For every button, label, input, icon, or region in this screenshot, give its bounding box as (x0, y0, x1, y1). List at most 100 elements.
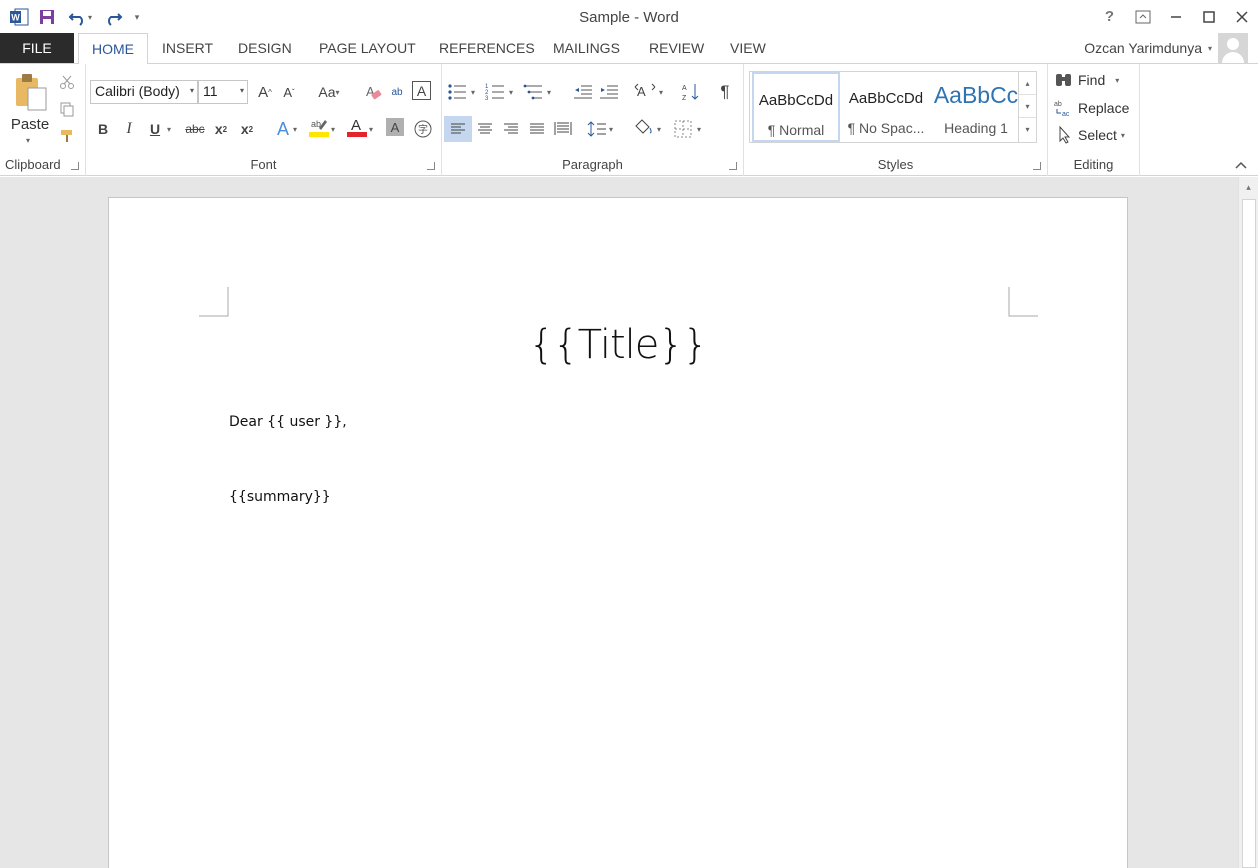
help-icon[interactable]: ? (1093, 0, 1126, 33)
chevron-down-icon[interactable]: ▾ (290, 118, 300, 140)
document-page[interactable]: {{Title}} Dear {{ user }}, {{summary}} (108, 197, 1128, 868)
chevron-down-icon[interactable]: ▾ (544, 81, 554, 103)
chevron-down-icon[interactable]: ▾ (26, 136, 30, 145)
bullets-icon[interactable] (446, 81, 468, 103)
align-left-icon[interactable] (444, 116, 472, 142)
tab-review[interactable]: REVIEW (641, 33, 712, 63)
tab-references[interactable]: REFERENCES (431, 33, 543, 63)
character-shading-icon[interactable]: A (386, 118, 404, 136)
clipboard-dialog-launcher-icon[interactable] (71, 162, 79, 170)
character-border-icon[interactable]: A (412, 81, 431, 100)
styles-dialog-launcher-icon[interactable] (1033, 162, 1041, 170)
chevron-down-icon[interactable]: ▾ (1115, 76, 1119, 85)
style-normal[interactable]: AaBbCcDd ¶ Normal (752, 72, 840, 142)
user-name[interactable]: Ozcan Yarimdunya (1084, 40, 1202, 56)
document-greeting[interactable]: Dear {{ user }}, (229, 414, 347, 430)
select-button[interactable]: Select ▾ (1054, 126, 1125, 144)
chevron-down-icon[interactable]: ▾ (656, 81, 666, 103)
chevron-down-icon[interactable]: ▾ (164, 118, 174, 140)
decrease-indent-icon[interactable] (572, 81, 594, 103)
scroll-up-icon[interactable]: ▴ (1019, 72, 1036, 95)
maximize-icon[interactable] (1192, 0, 1225, 33)
chevron-down-icon[interactable]: ▾ (1121, 131, 1125, 140)
chevron-down-icon[interactable]: ▾ (366, 118, 376, 140)
vertical-scrollbar[interactable]: ▴ (1238, 177, 1258, 868)
scroll-up-icon[interactable]: ▴ (1239, 177, 1258, 197)
font-name-value: Calibri (Body) (95, 83, 180, 99)
ribbon-display-options-icon[interactable] (1126, 0, 1159, 33)
subscript-button[interactable]: x2 (210, 118, 232, 140)
multilevel-list-icon[interactable] (522, 81, 544, 103)
copy-icon[interactable] (56, 98, 78, 120)
tab-insert[interactable]: INSERT (154, 33, 221, 63)
avatar[interactable] (1218, 33, 1248, 63)
chevron-down-icon[interactable]: ▾ (694, 118, 704, 140)
enclose-characters-icon[interactable]: 字 (412, 118, 434, 140)
italic-button[interactable]: I (118, 118, 140, 140)
chevron-down-icon[interactable]: ▾ (654, 118, 664, 140)
format-painter-icon[interactable] (56, 125, 78, 147)
tab-home[interactable]: HOME (78, 33, 148, 64)
change-case-button[interactable]: Aa ▾ (312, 81, 346, 103)
text-highlight-color-icon[interactable]: ab (308, 116, 330, 138)
chevron-down-icon[interactable]: ▾ (328, 118, 338, 140)
tab-mailings[interactable]: MAILINGS (545, 33, 628, 63)
tab-view[interactable]: VIEW (722, 33, 774, 63)
chevron-down-icon[interactable]: ▾ (606, 118, 616, 140)
minimize-icon[interactable] (1159, 0, 1192, 33)
clear-formatting-icon[interactable]: A (362, 81, 384, 103)
document-summary[interactable]: {{summary}} (229, 489, 331, 505)
collapse-ribbon-icon[interactable] (1234, 157, 1248, 171)
chevron-down-icon[interactable]: ▾ (468, 81, 478, 103)
underline-button[interactable]: U (144, 118, 166, 140)
grow-font-icon[interactable]: A ^ (254, 81, 276, 103)
text-direction-icon[interactable]: A (634, 81, 656, 103)
borders-icon[interactable] (672, 118, 694, 140)
cut-icon[interactable] (56, 71, 78, 93)
align-center-icon[interactable] (474, 118, 496, 140)
shading-icon[interactable] (632, 116, 654, 138)
shrink-font-icon[interactable]: Aˇ (278, 81, 300, 103)
increase-indent-icon[interactable] (598, 81, 620, 103)
more-styles-icon[interactable]: ▾ (1019, 118, 1036, 141)
svg-text:3: 3 (485, 96, 489, 101)
sort-icon[interactable]: AZ (680, 81, 702, 103)
numbering-icon[interactable]: 123 (484, 81, 506, 103)
tab-design[interactable]: DESIGN (230, 33, 300, 63)
replace-button[interactable]: ab ac Replace (1054, 99, 1129, 117)
font-size-value: 11 (203, 83, 218, 99)
style-heading-1[interactable]: AaBbCc Heading 1 (932, 72, 1020, 142)
style-no-spacing[interactable]: AaBbCcDd ¶ No Spac... (842, 72, 930, 142)
scrollbar-thumb[interactable] (1242, 199, 1256, 868)
find-button[interactable]: Find ▾ (1054, 72, 1119, 88)
show-hide-marks-button[interactable]: ¶ (714, 81, 736, 103)
chevron-down-icon[interactable]: ▾ (506, 81, 516, 103)
superscript-button[interactable]: x2 (236, 118, 258, 140)
align-right-icon[interactable] (500, 118, 522, 140)
scroll-down-icon[interactable]: ▾ (1019, 95, 1036, 118)
strikethrough-button[interactable]: abc (182, 118, 208, 140)
text-effects-phonetic-icon[interactable]: ab (386, 81, 408, 103)
chevron-down-icon[interactable]: ▾ (240, 86, 244, 95)
bold-button[interactable]: B (92, 118, 114, 140)
font-name-combo[interactable]: Calibri (Body) ▾ (90, 80, 198, 104)
window-controls: ? (1093, 0, 1258, 33)
chevron-down-icon[interactable]: ▾ (190, 86, 194, 95)
paste-button[interactable]: Paste ▾ (6, 70, 54, 150)
tab-page-layout[interactable]: PAGE LAYOUT (311, 33, 424, 63)
font-size-combo[interactable]: 11 ▾ (198, 80, 248, 104)
chevron-down-icon[interactable]: ▾ (336, 88, 340, 97)
font-dialog-launcher-icon[interactable] (427, 162, 435, 170)
close-icon[interactable] (1225, 0, 1258, 33)
svg-text:ac: ac (1062, 111, 1070, 117)
justify-icon[interactable] (526, 118, 548, 140)
tab-file[interactable]: FILE (0, 33, 74, 63)
user-account[interactable]: Ozcan Yarimdunya ▾ (1084, 33, 1248, 63)
chevron-down-icon[interactable]: ▾ (1208, 44, 1212, 53)
line-spacing-icon[interactable] (586, 118, 608, 140)
font-color-icon[interactable]: A (346, 116, 368, 138)
document-title[interactable]: {{Title}} (109, 322, 1127, 368)
change-case-label: Aa (318, 84, 336, 100)
paragraph-dialog-launcher-icon[interactable] (729, 162, 737, 170)
distributed-icon[interactable] (552, 118, 574, 140)
